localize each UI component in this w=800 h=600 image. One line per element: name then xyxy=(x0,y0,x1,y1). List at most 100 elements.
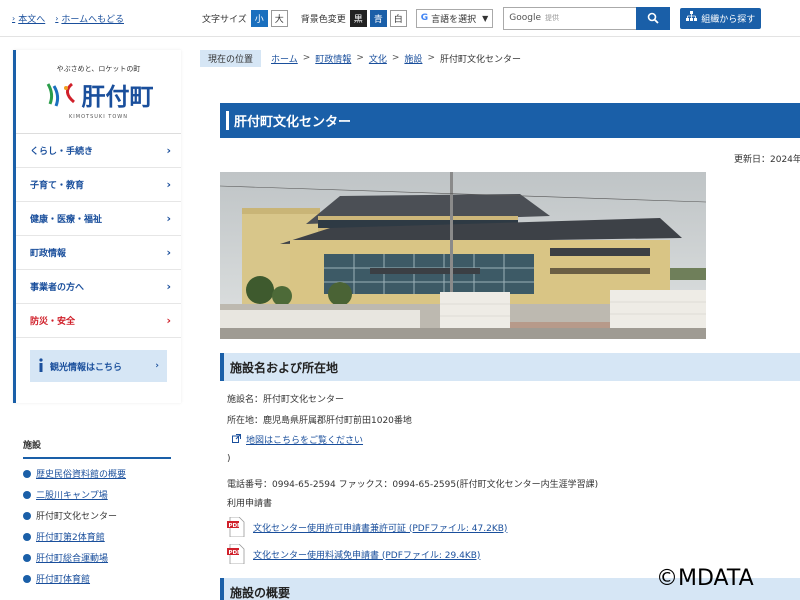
subnav-item-current: 肝付町文化センター xyxy=(23,505,171,526)
font-large-button[interactable]: 大 xyxy=(270,9,288,27)
chevron-right-icon: › xyxy=(55,13,59,23)
subnav-item[interactable]: 肝付町体育館 xyxy=(23,568,171,589)
copyright-watermark: ©MDATA xyxy=(656,566,754,591)
town-emblem-icon xyxy=(46,82,75,107)
chevron-right-icon: › xyxy=(166,280,171,293)
font-size-label: 文字サイズ xyxy=(201,14,247,25)
nav-item-label: 防災・安全 xyxy=(30,317,76,327)
skip-to-content-link[interactable]: › 本文へ xyxy=(12,12,45,25)
sidebar: やぶさめと、ロケットの町 肝付町 KIMOTSUKI TOWN くらし・手続き ›… xyxy=(13,50,181,403)
chevron-bullet-icon xyxy=(23,553,31,562)
back-home-label: ホームへもどる xyxy=(61,14,124,25)
pdf-link-exemption[interactable]: PDF 文化センター使用料減免申請書 (PDFファイル: 29.4KB) xyxy=(227,543,481,565)
nav-item-health[interactable]: 健康・医療・福祉 › xyxy=(16,202,181,236)
svg-text:PDF: PDF xyxy=(229,550,242,556)
section-heading-location: 施設名および所在地 xyxy=(220,353,800,381)
pdf-link-exemption-label: 文化センター使用料減免申請書 (PDFファイル: 29.4KB) xyxy=(253,550,481,561)
info-icon xyxy=(38,357,44,375)
facility-subnav: 施設 歴史民俗資料館の概要 二股川キャンプ場 肝付町文化センター 肝付町第2体育… xyxy=(13,430,181,597)
chevron-right-icon: › xyxy=(166,314,171,327)
pdf-file-icon: PDF xyxy=(227,543,245,565)
breadcrumb-facility-link[interactable]: 施設 xyxy=(404,52,422,65)
main-content: 肝付町文化センター 更新日：2024年 施設名および所在地 施設名：肝付町文化セ… xyxy=(200,82,800,600)
nav-item-label: 健康・医療・福祉 xyxy=(30,215,103,225)
subnav-item-label: 肝付町文化センター xyxy=(36,512,118,522)
breadcrumb-here-label: 現在の位置 xyxy=(200,49,262,67)
nav-item-label: 子育て・教育 xyxy=(30,181,85,191)
chevron-bullet-icon xyxy=(23,532,31,541)
chevron-right-icon: › xyxy=(166,212,171,225)
logo-name: 肝付町 xyxy=(81,81,154,111)
updated-date: 更新日：2024年 xyxy=(734,155,800,165)
org-search-label: 組織から探す xyxy=(701,14,756,25)
breadcrumb-separator-icon: > xyxy=(427,53,435,63)
language-select-label: 言語を選択 xyxy=(431,14,477,25)
subnav-item[interactable]: 肝付町総合運動場 xyxy=(23,547,171,568)
chevron-right-icon: › xyxy=(166,246,171,259)
breadcrumb-home-link[interactable]: ホーム xyxy=(271,52,298,65)
chevron-right-icon: › xyxy=(166,178,171,191)
svg-text:PDF: PDF xyxy=(229,523,242,529)
logo-name-en: KIMOTSUKI TOWN xyxy=(69,113,128,120)
breadcrumb-separator-icon: > xyxy=(391,53,400,63)
logo-mark: 肝付町 xyxy=(44,77,154,112)
subnav-item[interactable]: 歴史民俗資料館の概要 xyxy=(23,463,171,484)
phone-text: 電話番号：0994-65-2594 ファックス：0994-65-2595(肝付町… xyxy=(227,480,599,490)
site-logo[interactable]: やぶさめと、ロケットの町 肝付町 KIMOTSUKI TOWN xyxy=(16,50,181,134)
facility-name-text: 施設名：肝付町文化センター xyxy=(227,395,345,405)
search-brand-sub: 提供 xyxy=(545,14,560,22)
tourism-label: 観光情報はこちら xyxy=(50,362,123,373)
map-link-label: 地図はこちらをご覧ください xyxy=(246,436,364,446)
breadcrumb-separator-icon: > xyxy=(302,53,311,63)
nav-item-childcare[interactable]: 子育て・教育 › xyxy=(16,168,181,202)
nav-item-business[interactable]: 事業者の方へ › xyxy=(16,270,181,304)
search-icon xyxy=(647,12,659,24)
map-link[interactable]: 地図はこちらをご覧ください xyxy=(232,433,363,446)
chevron-bullet-icon xyxy=(23,574,31,583)
nav-item-living[interactable]: くらし・手続き › xyxy=(16,134,181,168)
language-select[interactable]: G 言語を選択 ▼ xyxy=(415,8,494,28)
nav-item-disaster[interactable]: 防災・安全 › xyxy=(16,304,181,338)
top-bar: › 本文へ › ホームへもどる 文字サイズ 小 大 背景色変更 黒 青 白 G 言語… xyxy=(0,0,800,37)
chevron-bullet-icon xyxy=(23,469,31,478)
subnav-title: 施設 xyxy=(23,438,171,459)
tourism-button[interactable]: 観光情報はこちら › xyxy=(30,350,167,382)
subnav-item-label: 二股川キャンプ場 xyxy=(36,491,108,501)
breadcrumb-admin-link[interactable]: 町政情報 xyxy=(315,52,351,65)
search-brand: Google xyxy=(509,13,542,23)
nav-item-label: くらし・手続き xyxy=(30,147,94,157)
page-title: 肝付町文化センター xyxy=(220,103,800,138)
logo-tagline: やぶさめと、ロケットの町 xyxy=(56,64,141,73)
search-button[interactable] xyxy=(636,6,671,30)
font-small-button[interactable]: 小 xyxy=(250,9,268,27)
google-g-icon: G xyxy=(420,13,429,23)
bg-black-button[interactable]: 黒 xyxy=(349,9,367,27)
breadcrumb-culture-link[interactable]: 文化 xyxy=(369,52,387,65)
building-photo xyxy=(220,172,706,339)
org-chart-icon xyxy=(686,11,698,25)
external-link-icon xyxy=(232,433,241,446)
chevron-bullet-icon xyxy=(23,511,31,520)
nav-item-label: 事業者の方へ xyxy=(30,283,85,293)
breadcrumb: 現在の位置 ホーム > 町政情報 > 文化 > 施設 > 肝付町文化センター xyxy=(200,49,521,67)
bg-blue-button[interactable]: 青 xyxy=(369,9,387,27)
pdf-link-permit[interactable]: PDF 文化センター使用許可申請書兼許可証 (PDFファイル: 47.2KB) xyxy=(227,516,507,538)
bg-color-label: 背景色変更 xyxy=(300,14,346,25)
dropdown-arrow-icon: ▼ xyxy=(482,13,489,23)
skip-to-content-label: 本文へ xyxy=(18,14,46,25)
application-label: 利用申請書 xyxy=(227,499,273,509)
nav-item-admin[interactable]: 町政情報 › xyxy=(16,236,181,270)
subnav-item[interactable]: 肝付町第2体育館 xyxy=(23,526,171,547)
search-input[interactable]: Google 提供 xyxy=(503,6,637,30)
nav-item-label: 町政情報 xyxy=(30,249,67,259)
bg-white-button[interactable]: 白 xyxy=(389,9,407,27)
subnav-item-label: 肝付町体育館 xyxy=(36,575,91,585)
chevron-right-icon: › xyxy=(155,361,159,371)
address-text: 所在地：鹿児島県肝属郡肝付町前田1020番地 xyxy=(227,416,412,426)
subnav-item[interactable]: 二股川キャンプ場 xyxy=(23,484,171,505)
subnav-item-label: 肝付町第2体育館 xyxy=(36,533,105,543)
subnav-item-label: 歴史民俗資料館の概要 xyxy=(36,470,127,480)
back-home-link[interactable]: › ホームへもどる xyxy=(55,12,124,25)
org-search-button[interactable]: 組織から探す xyxy=(680,7,762,29)
paren-text: ) xyxy=(227,454,231,464)
